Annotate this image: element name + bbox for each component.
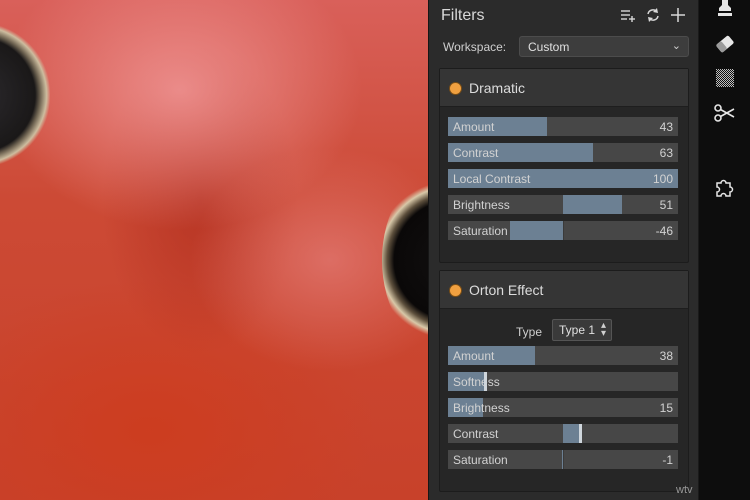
slider-fill (561, 450, 563, 469)
slider-value: 51 (659, 198, 673, 212)
slider-brightness[interactable]: Brightness 51 (448, 195, 678, 214)
slider-value: -46 (655, 224, 673, 238)
slider-label: Local Contrast (453, 172, 531, 186)
slider-amount[interactable]: Amount 43 (448, 117, 678, 136)
slider-label: Brightness (453, 198, 510, 212)
refresh-icon[interactable] (644, 6, 662, 24)
slider-value: 43 (659, 120, 673, 134)
slider-label: Amount (453, 349, 495, 363)
slider-handle[interactable] (579, 424, 583, 443)
filter-dramatic: Dramatic Amount 43 Contrast 63 Local Con… (439, 68, 689, 263)
watermark: wtv (676, 484, 693, 496)
slider-center-mark (563, 221, 564, 240)
filter-enable-toggle[interactable] (450, 83, 461, 94)
slider-value: 100 (652, 172, 673, 186)
workspace-value: Custom (528, 40, 570, 54)
filter-name: Dramatic (469, 80, 526, 96)
puzzle-icon[interactable] (713, 176, 737, 200)
slider-fill (510, 221, 563, 240)
type-value: Type 1 (559, 323, 596, 337)
slider-contrast[interactable]: Contrast 63 (448, 143, 678, 162)
slider-amount[interactable]: Amount 38 (448, 346, 678, 365)
slider-softness[interactable]: Softness (448, 372, 678, 391)
filter-name: Orton Effect (469, 282, 544, 298)
chevron-down-icon: ⌄ (671, 40, 681, 52)
slider-value: 15 (659, 401, 673, 415)
slider-label: Contrast (453, 427, 499, 441)
filter-enable-toggle[interactable] (450, 285, 461, 296)
slider-label: Contrast (453, 146, 499, 160)
slider-value: 63 (659, 146, 673, 160)
type-dropdown[interactable]: Type 1 ▴ ▾ (552, 319, 612, 341)
photo-surface (0, 0, 428, 500)
slider-contrast[interactable]: Contrast (448, 424, 678, 443)
slider-saturation[interactable]: Saturation -1 (448, 450, 678, 469)
slider-fill (563, 424, 581, 443)
eraser-icon[interactable] (713, 32, 737, 56)
slider-label: Brightness (453, 401, 510, 415)
stamp-icon[interactable] (713, 0, 737, 20)
noise-pattern-icon[interactable] (713, 66, 737, 90)
filters-panel: Filters Workspace: Custom ⌄ Dramatic Amo… (428, 0, 698, 500)
filter-header[interactable]: Orton Effect (440, 271, 688, 309)
slider-saturation[interactable]: Saturation -46 (448, 221, 678, 240)
updown-chevron-icon: ▴ ▾ (600, 320, 606, 339)
type-label: Type (516, 325, 543, 339)
slider-center-mark (563, 450, 564, 469)
workspace-dropdown[interactable]: Custom ⌄ (519, 36, 689, 57)
filter-orton-effect: Orton Effect Type Type 1 ▴ ▾ Amount 38 So… (439, 270, 689, 492)
slider-local-contrast[interactable]: Local Contrast 100 (448, 169, 678, 188)
slider-handle[interactable] (483, 372, 487, 391)
filter-header[interactable]: Dramatic (440, 69, 688, 107)
slider-value: 38 (659, 349, 673, 363)
slider-label: Saturation (453, 224, 508, 238)
workspace-label: Workspace: (443, 40, 507, 54)
slider-value: -1 (662, 453, 673, 467)
photo-canvas[interactable] (0, 0, 428, 500)
slider-brightness[interactable]: Brightness 15 (448, 398, 678, 417)
slider-label: Softness (453, 375, 500, 389)
plus-icon[interactable] (669, 6, 687, 24)
slider-label: Amount (453, 120, 495, 134)
tool-sidebar (698, 0, 750, 500)
slider-fill (563, 195, 622, 214)
scissors-icon[interactable] (713, 101, 737, 125)
panel-title: Filters (441, 7, 485, 24)
slider-label: Saturation (453, 453, 508, 467)
add-list-icon[interactable] (619, 6, 637, 24)
